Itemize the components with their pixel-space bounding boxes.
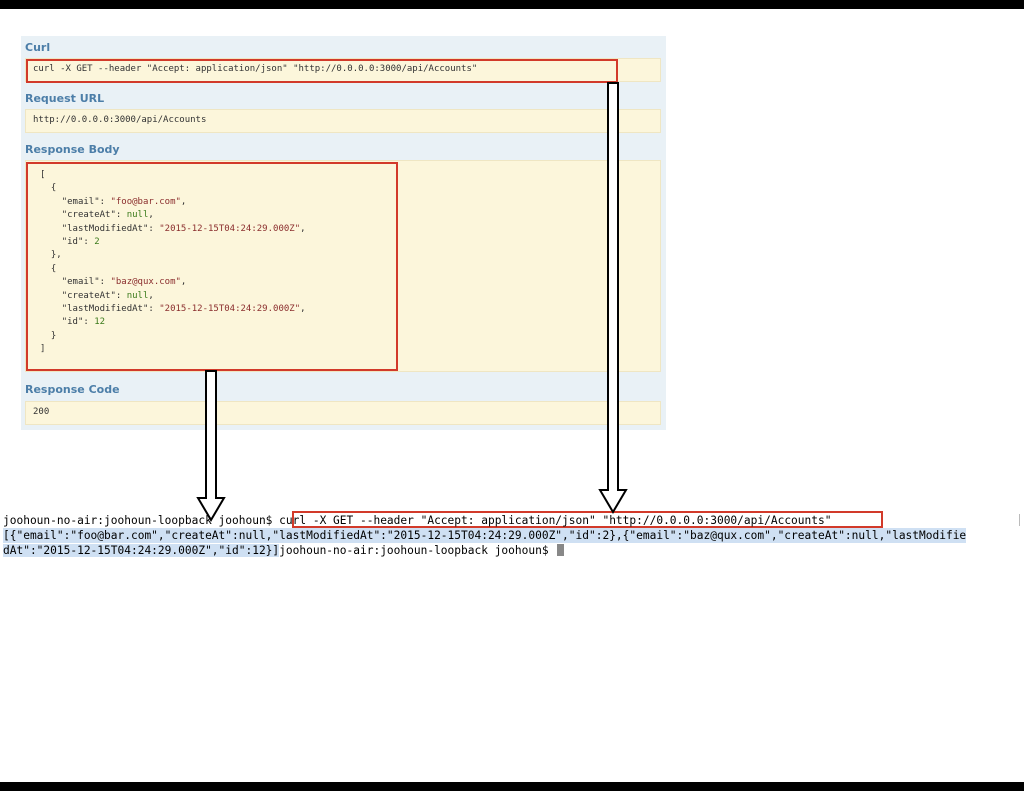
terminal-cursor [557,544,565,556]
response-body-label: Response Body [25,143,120,156]
down-arrow-icon [598,82,628,514]
terminal-prompt: joohoun-no-air:joohoun-loopback joohoun$ [279,544,556,557]
terminal-command[interactable]: curl -X GET --header "Accept: applicatio… [279,514,831,527]
request-url-label: Request URL [25,92,105,105]
terminal-output-line: [{"email":"foo@bar.com","createAt":null,… [3,528,967,543]
terminal-output-line: dAt":"2015-12-15T04:24:29.000Z","id":12}… [3,543,565,558]
response-code-value: 200 [33,407,50,417]
terminal-output-tail: dAt":"2015-12-15T04:24:29.000Z","id":12}… [3,544,280,557]
down-arrow-icon [196,370,226,522]
terminal-command-line: joohoun-no-air:joohoun-loopback joohoun$… [3,513,831,528]
curl-highlight-box [26,59,618,83]
scrollbar[interactable] [1019,514,1020,526]
terminal-prompt: joohoun-no-air:joohoun-loopback joohoun$ [3,514,280,527]
response-code-box[interactable]: 200 [25,401,661,425]
request-url-box[interactable]: http://0.0.0.0:3000/api/Accounts [25,109,661,133]
bottom-border [0,782,1024,791]
curl-label: Curl [25,41,51,54]
request-url-value: http://0.0.0.0:3000/api/Accounts [33,115,207,125]
top-border [0,0,1024,9]
response-body-highlight-box [26,162,398,371]
terminal-window[interactable]: joohoun-no-air:joohoun-loopback joohoun$… [0,511,1024,561]
response-code-label: Response Code [25,383,120,396]
